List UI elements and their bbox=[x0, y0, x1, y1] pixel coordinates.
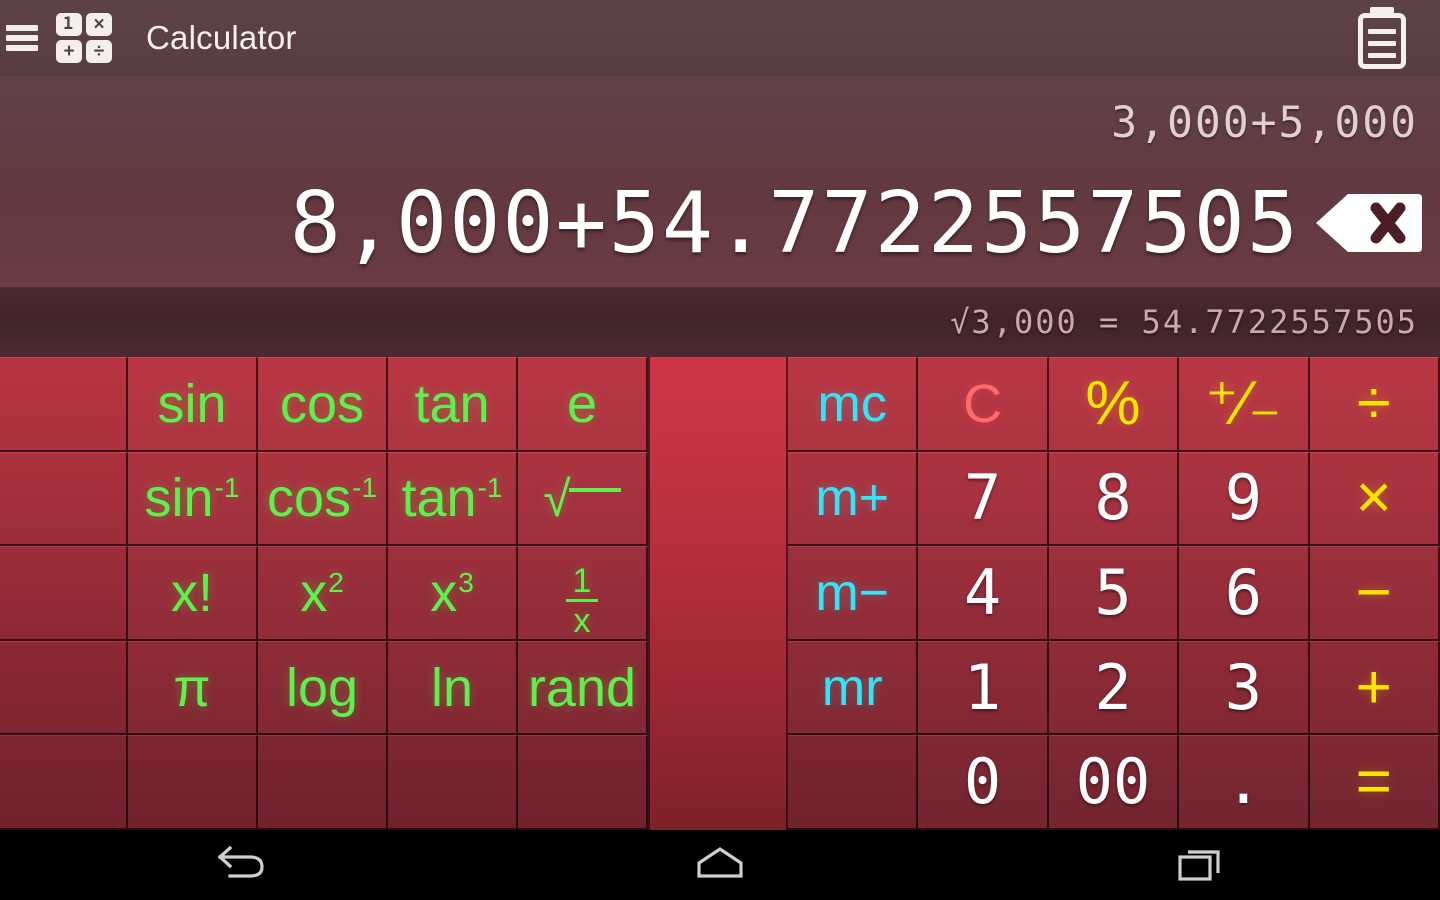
key-subtract[interactable]: − bbox=[1309, 546, 1440, 641]
app-icon-cell-plus: + bbox=[56, 40, 82, 63]
android-navigation-bar bbox=[0, 830, 1440, 900]
clipboard-line bbox=[1368, 29, 1396, 34]
key-6-label: 6 bbox=[1224, 555, 1263, 629]
clipboard-line bbox=[1368, 41, 1396, 46]
key-multiply[interactable]: × bbox=[1309, 451, 1440, 547]
key-0-label: 0 bbox=[963, 745, 1002, 819]
key-decimal-point-label: . bbox=[1224, 745, 1263, 819]
history-band[interactable]: √3,000 = 54.7722557505 bbox=[0, 287, 1440, 357]
key-double-zero[interactable]: 00 bbox=[1048, 735, 1180, 830]
key-add-label: + bbox=[1355, 652, 1392, 722]
app-icon-cell-divide: ÷ bbox=[86, 40, 112, 63]
key-7-label: 7 bbox=[963, 461, 1002, 535]
key-subtract-label: − bbox=[1355, 557, 1392, 627]
keypad-area: sin cos tan e sin-1 cos-1 tan-1 √ x! x2 x3 1 x π log ln… bbox=[0, 357, 1440, 830]
key-memory-clear-label: mc bbox=[817, 374, 887, 433]
key-8-label: 8 bbox=[1094, 461, 1132, 535]
key-clear[interactable]: C bbox=[918, 357, 1049, 452]
key-memory-subtract-label: m− bbox=[815, 563, 890, 622]
key-8[interactable]: 8 bbox=[1048, 451, 1180, 547]
key-divide-label: ÷ bbox=[1356, 368, 1391, 438]
previous-expression: 3,000+5,000 bbox=[1111, 98, 1418, 148]
key-1[interactable]: 1 bbox=[918, 640, 1049, 736]
history-entry: √3,000 = 54.7722557505 bbox=[950, 303, 1418, 341]
key-add[interactable]: + bbox=[1309, 640, 1440, 736]
hamburger-menu-icon[interactable] bbox=[4, 22, 40, 54]
clipboard-history-icon[interactable] bbox=[1354, 7, 1410, 69]
calculator-display[interactable]: 3,000+5,000 8,000+54.7722557505 bbox=[0, 76, 1440, 287]
key-decimal-point[interactable]: . bbox=[1179, 735, 1310, 830]
key-2[interactable]: 2 bbox=[1048, 640, 1180, 736]
key-9-label: 9 bbox=[1224, 461, 1263, 535]
key-3[interactable]: 3 bbox=[1179, 640, 1310, 736]
key-memory-clear[interactable]: mc bbox=[788, 357, 919, 452]
app-icon-cell-multiply: × bbox=[86, 13, 112, 36]
key-9[interactable]: 9 bbox=[1179, 451, 1310, 547]
key-memory-add-label: m+ bbox=[815, 469, 890, 528]
current-expression-row: 8,000+54.7722557505 bbox=[0, 168, 1440, 278]
key-1-label: 1 bbox=[963, 650, 1002, 724]
key-5[interactable]: 5 bbox=[1048, 546, 1180, 641]
backspace-delete-icon[interactable] bbox=[1314, 192, 1422, 254]
key-6[interactable]: 6 bbox=[1179, 546, 1310, 641]
key-plus-minus-label: ⁺∕₋ bbox=[1205, 368, 1282, 438]
clipboard-clip bbox=[1370, 7, 1394, 18]
key-memory-recall-label: mr bbox=[821, 658, 883, 717]
key-4[interactable]: 4 bbox=[918, 546, 1049, 641]
app-title: Calculator bbox=[146, 19, 297, 56]
key-memory-add[interactable]: m+ bbox=[788, 451, 919, 547]
key-plus-minus[interactable]: ⁺∕₋ bbox=[1179, 357, 1310, 452]
key-multiply-label: × bbox=[1355, 463, 1392, 533]
hamburger-line bbox=[6, 35, 38, 41]
key-divide[interactable]: ÷ bbox=[1309, 357, 1440, 452]
key-3-label: 3 bbox=[1224, 650, 1263, 724]
app-bar: 1 × + ÷ Calculator bbox=[0, 0, 1440, 76]
recent-apps-nav-icon[interactable] bbox=[1140, 830, 1260, 900]
key-7[interactable]: 7 bbox=[918, 451, 1049, 547]
key-clear-label: C bbox=[963, 373, 1003, 434]
key-2-label: 2 bbox=[1094, 650, 1132, 724]
key-memory-recall[interactable]: mr bbox=[788, 640, 919, 736]
current-expression: 8,000+54.7722557505 bbox=[289, 173, 1300, 273]
key-percent-label: % bbox=[1085, 368, 1141, 438]
key-equals-label: = bbox=[1355, 747, 1392, 817]
key-equals[interactable]: = bbox=[1309, 735, 1440, 830]
calculator-app-screen: 1 × + ÷ Calculator 3,000+5,000 8,000+54.… bbox=[0, 0, 1440, 900]
back-nav-icon[interactable] bbox=[180, 830, 300, 900]
clipboard-line bbox=[1368, 53, 1396, 58]
key-percent[interactable]: % bbox=[1048, 357, 1180, 452]
key-blank-bottom bbox=[788, 735, 919, 830]
hamburger-line bbox=[6, 45, 38, 51]
home-nav-icon[interactable] bbox=[660, 830, 780, 900]
main-keypad: mc C% ⁺∕₋ ÷ m+ 7 8 9 × m− 4 5 6− mr 1 2 3 +0 00. = bbox=[0, 357, 1440, 830]
key-5-label: 5 bbox=[1094, 555, 1132, 629]
key-0[interactable]: 0 bbox=[918, 735, 1049, 830]
hamburger-line bbox=[6, 25, 38, 31]
key-double-zero-label: 00 bbox=[1075, 745, 1151, 819]
key-memory-subtract[interactable]: m− bbox=[788, 546, 919, 641]
app-icon-cell-one: 1 bbox=[56, 13, 82, 36]
key-4-label: 4 bbox=[963, 555, 1002, 629]
calculator-app-icon: 1 × + ÷ bbox=[56, 13, 112, 63]
